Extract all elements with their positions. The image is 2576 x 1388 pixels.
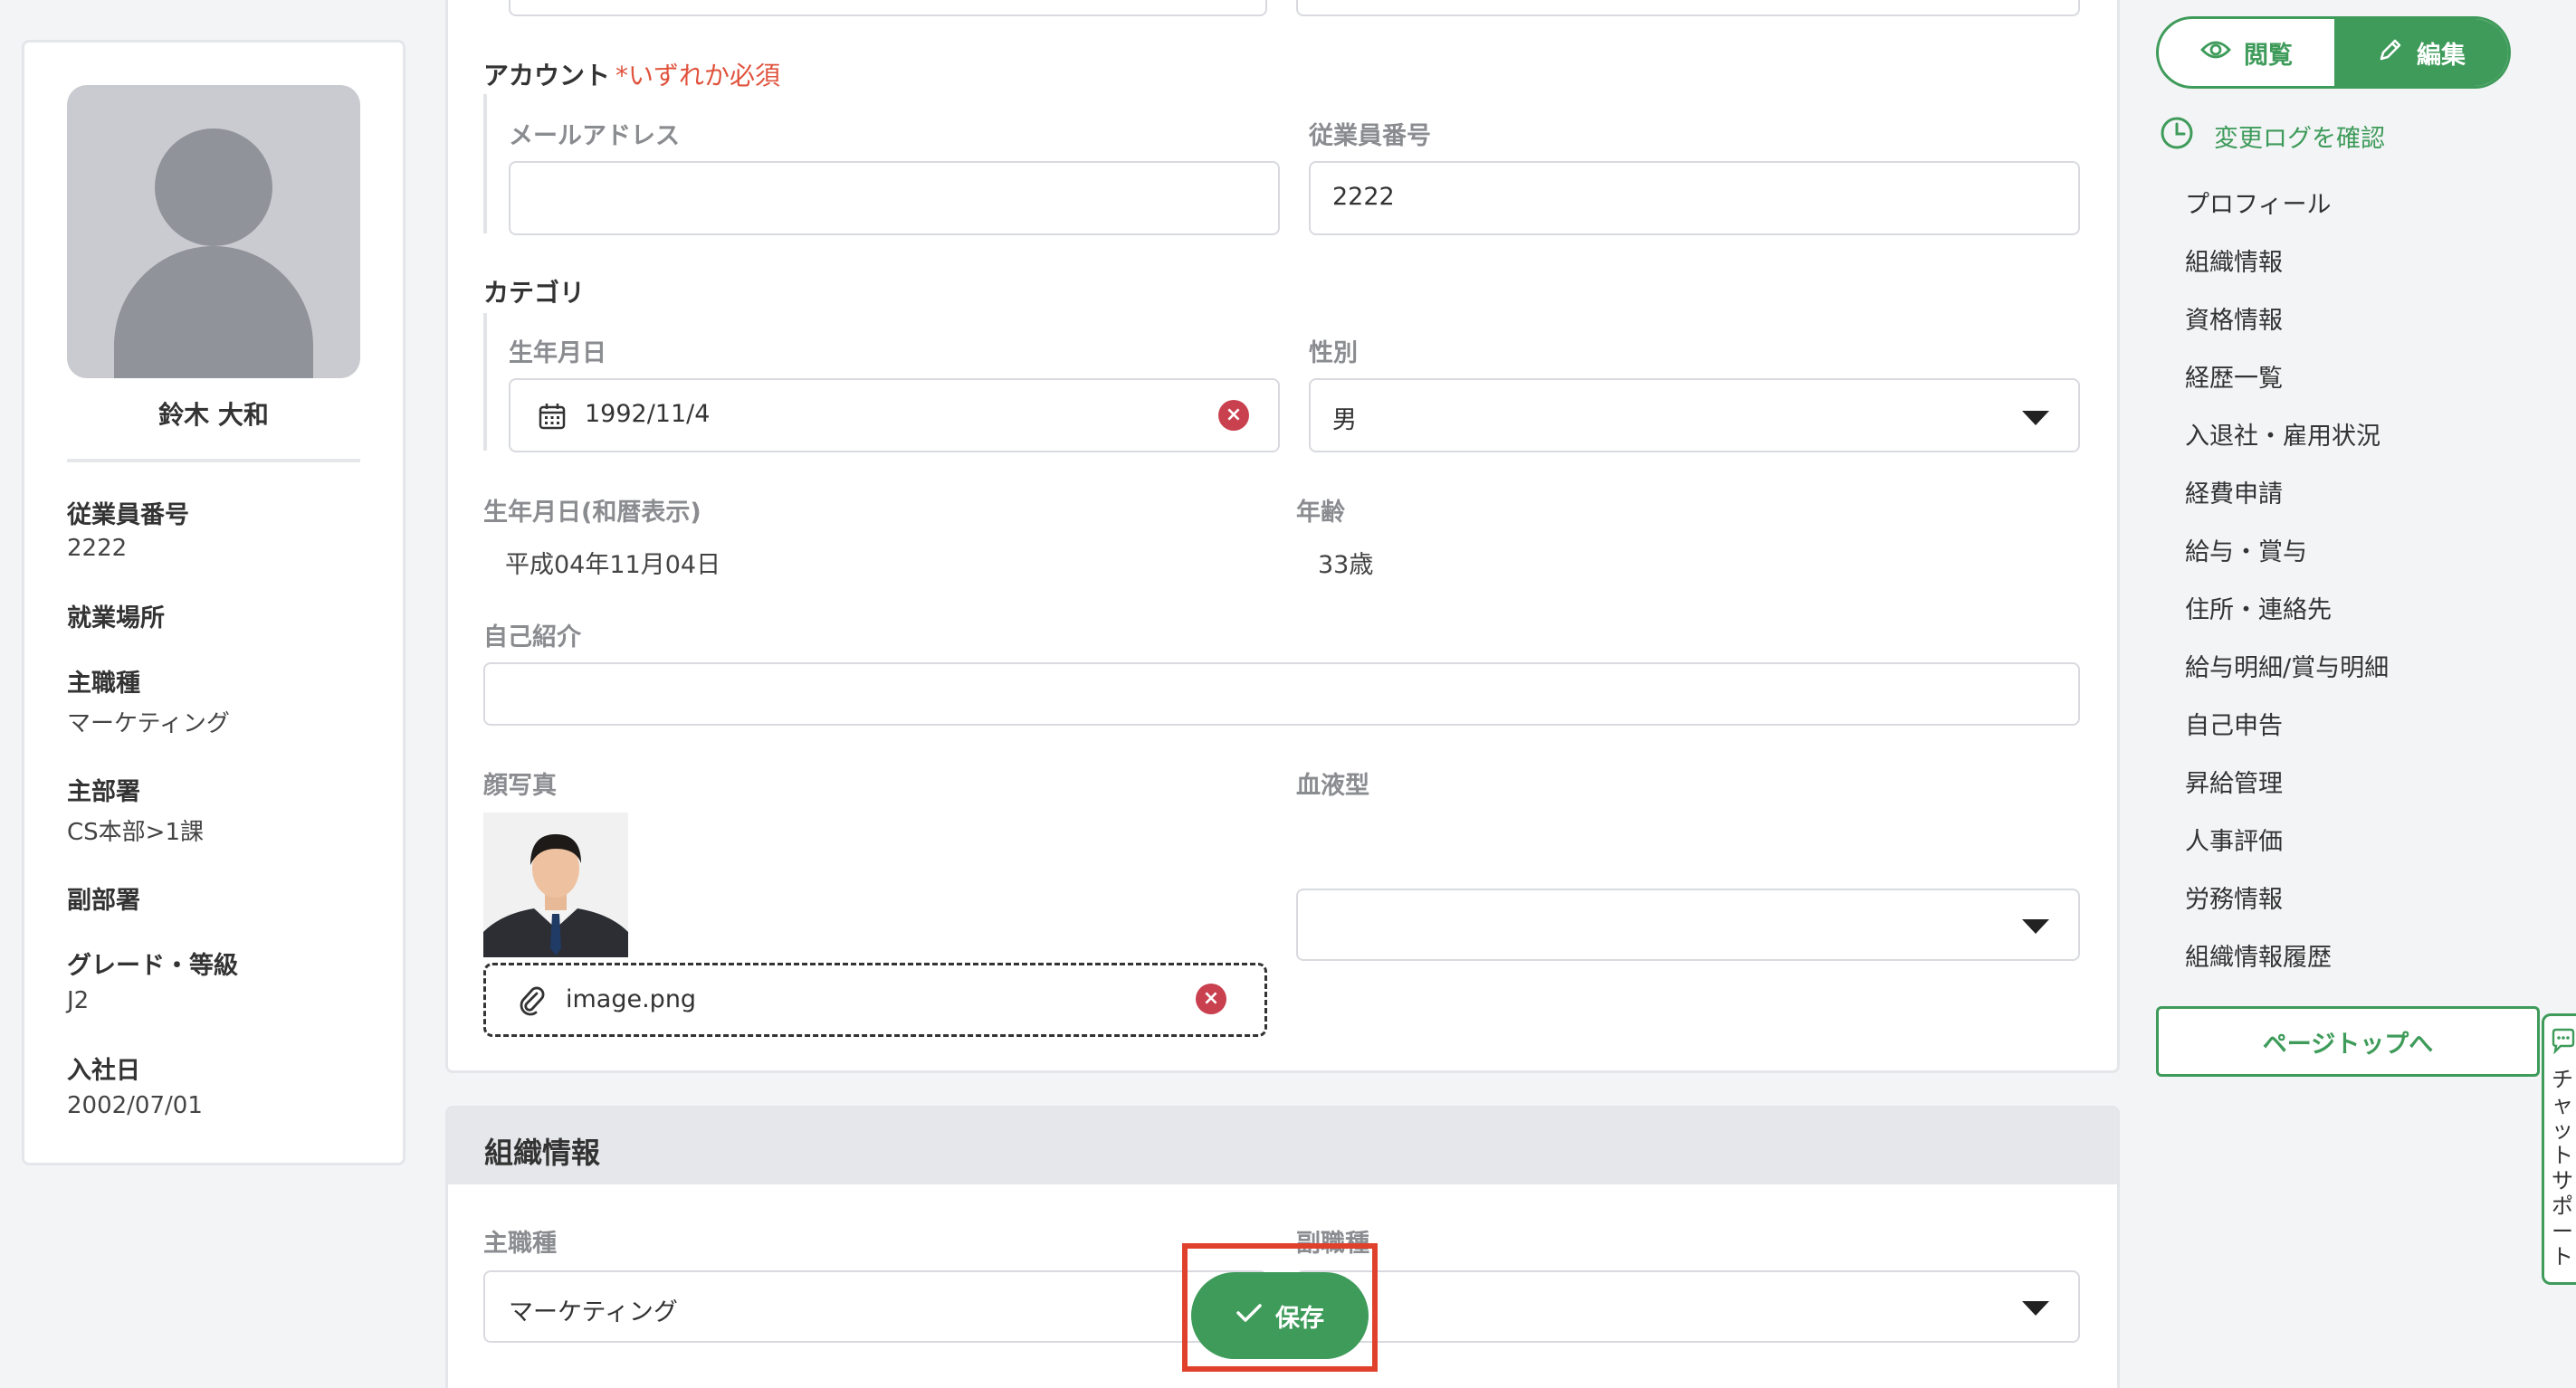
save-button[interactable]: 保存 [1191, 1272, 1369, 1359]
profile-label-work-location: 就業場所 [67, 604, 165, 632]
nav-item-org-info[interactable]: 組織情報 [2185, 242, 2283, 278]
nav-item-self-report[interactable]: 自己申告 [2185, 706, 2283, 741]
avatar-placeholder-icon [67, 85, 360, 378]
category-section-label: カテゴリ [483, 278, 586, 308]
eye-icon [2200, 39, 2231, 67]
birthdate-label: 生年月日 [509, 339, 606, 367]
profile-value-employee-number: 2222 [67, 535, 128, 562]
profile-card: 鈴木 大和 従業員番号 2222 就業場所 主職種 マーケティング 主部署 CS… [22, 40, 405, 1165]
photo-label: 顔写真 [483, 772, 557, 800]
edit-mode-button[interactable]: 編集 [2334, 19, 2508, 86]
changelog-link[interactable]: 変更ログを確認 [2160, 116, 2385, 157]
previous-field-input-right[interactable] [1296, 0, 2080, 16]
employee-number-label: 従業員番号 [1309, 122, 1431, 150]
nav-item-salary-bonus[interactable]: 給与・賞与 [2185, 532, 2307, 567]
profile-value-main-department: CS本部>1課 [67, 819, 204, 846]
birthdate-wareki-value: 平成04年11月04日 [505, 551, 721, 579]
save-button-label: 保存 [1275, 1304, 1324, 1333]
paperclip-icon [517, 985, 548, 1020]
age-label: 年齢 [1296, 499, 1345, 527]
clock-icon [2160, 116, 2194, 157]
employee-number-input[interactable]: 2222 [1309, 161, 2080, 235]
profile-divider [67, 459, 360, 462]
email-label: メールアドレス [509, 122, 680, 150]
nav-item-evaluation[interactable]: 人事評価 [2185, 822, 2283, 857]
profile-label-main-department: 主部署 [67, 778, 140, 806]
org-info-header: 組織情報 [448, 1108, 2117, 1184]
chevron-down-icon [2022, 919, 2049, 934]
org-main-job-value: マーケティング [509, 1298, 678, 1326]
birthdate-value: 1992/11/4 [585, 400, 711, 428]
nav-item-raise-management[interactable]: 昇給管理 [2185, 764, 2283, 799]
nav-item-expenses[interactable]: 経費申請 [2185, 474, 2283, 509]
profile-value-join-date: 2002/07/01 [67, 1092, 203, 1119]
previous-field-input-left[interactable] [509, 0, 1267, 16]
age-value: 33歳 [1318, 551, 1374, 579]
profile-label-employee-number: 従業員番号 [67, 501, 189, 529]
profile-label-sub-department: 副部署 [67, 887, 140, 915]
view-mode-button[interactable]: 閲覧 [2159, 19, 2334, 86]
chat-support-tab[interactable]: チャットサポート [2542, 1013, 2576, 1285]
birthdate-wareki-label: 生年月日(和暦表示) [483, 499, 701, 527]
email-input[interactable] [509, 161, 1280, 235]
nav-item-employment-status[interactable]: 入退社・雇用状況 [2185, 416, 2380, 452]
org-main-job-label: 主職種 [483, 1230, 557, 1258]
nav-item-career[interactable]: 経歴一覧 [2185, 358, 2283, 394]
chevron-down-icon [2022, 1301, 2049, 1316]
profile-label-main-job: 主職種 [67, 670, 140, 698]
profile-label-join-date: 入社日 [67, 1057, 140, 1085]
nav-item-labor-info[interactable]: 労務情報 [2185, 879, 2283, 915]
calendar-icon [538, 402, 567, 434]
org-main-job-select[interactable]: マーケティング [483, 1270, 1267, 1343]
clear-birthdate-icon[interactable]: × [1218, 400, 1249, 431]
view-edit-toggle: 閲覧 編集 [2156, 16, 2511, 89]
chat-support-label: チャットサポート [2552, 1067, 2573, 1269]
self-intro-label: 自己紹介 [483, 623, 581, 651]
blood-type-label: 血液型 [1296, 772, 1369, 800]
photo-file-attachment[interactable]: image.png × [483, 963, 1267, 1037]
required-note: *いずれか必須 [615, 61, 781, 90]
profile-photo-image [483, 813, 628, 957]
profile-value-main-job: マーケティング [67, 710, 230, 737]
nav-item-qualifications[interactable]: 資格情報 [2185, 300, 2283, 336]
category-group-bar [483, 313, 487, 451]
chevron-down-icon [2022, 411, 2049, 425]
profile-label-grade: グレード・等級 [67, 952, 238, 980]
gender-label: 性別 [1309, 339, 1358, 367]
nav-item-payslips[interactable]: 給与明細/賞与明細 [2185, 648, 2389, 683]
nav-item-org-history[interactable]: 組織情報履歴 [2185, 937, 2332, 973]
remove-photo-icon[interactable]: × [1196, 984, 1226, 1014]
profile-value-grade: J2 [67, 987, 90, 1014]
gender-select[interactable]: 男 [1309, 378, 2080, 452]
pencil-icon [2377, 36, 2404, 70]
blood-type-select[interactable] [1296, 889, 2080, 961]
chat-bubble-icon [2550, 1027, 2576, 1058]
org-sub-job-select[interactable] [1296, 1270, 2080, 1343]
account-section-label: アカウント *いずれか必須 [483, 61, 781, 90]
page-top-button[interactable]: ページトップへ [2156, 1006, 2540, 1077]
self-intro-input[interactable] [483, 662, 2080, 726]
check-icon [1236, 1302, 1263, 1330]
photo-filename: image.png [566, 985, 697, 1013]
org-info-title: 組織情報 [484, 1136, 601, 1170]
gender-value: 男 [1332, 406, 1357, 434]
nav-item-profile[interactable]: プロフィール [2185, 185, 2331, 220]
nav-item-address-contact[interactable]: 住所・連絡先 [2185, 590, 2332, 625]
profile-name: 鈴木 大和 [158, 400, 269, 430]
account-group-bar [483, 94, 487, 233]
birthdate-input[interactable]: 1992/11/4 × [509, 378, 1280, 452]
